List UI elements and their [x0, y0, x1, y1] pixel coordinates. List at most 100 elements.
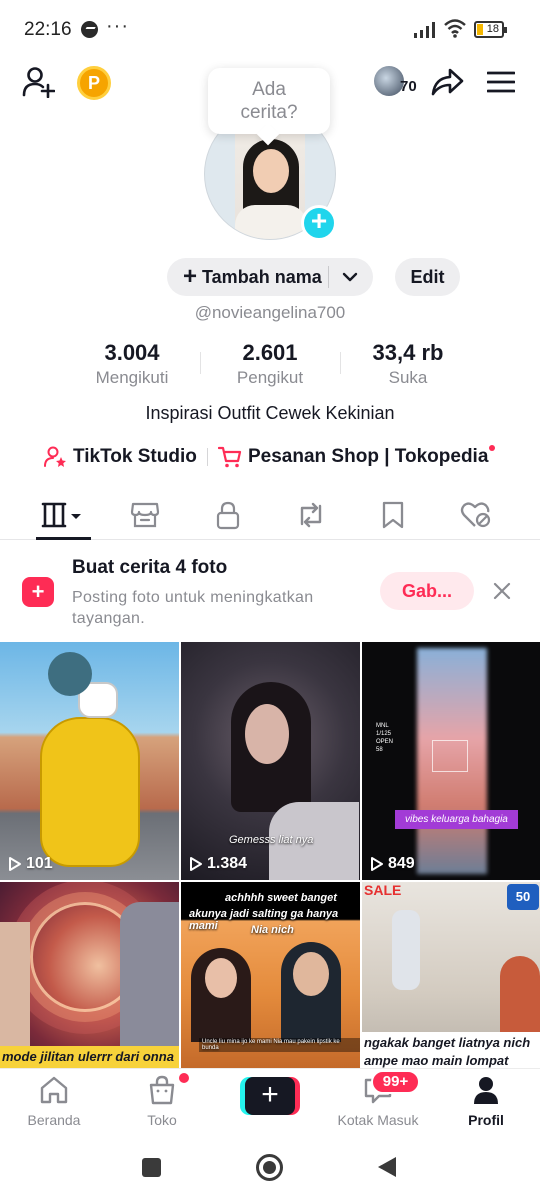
join-button[interactable]: Gab...	[380, 572, 474, 610]
add-story-icon: +	[22, 577, 54, 607]
create-button[interactable]: +	[240, 1077, 300, 1115]
play-icon	[190, 857, 202, 871]
chevron-down-icon[interactable]	[342, 269, 358, 285]
view-count: 101	[8, 855, 53, 873]
tab-reposts[interactable]	[276, 490, 346, 540]
shop-notification-dot	[179, 1073, 189, 1083]
story-prompt-subtitle: Posting foto untuk meningkatkan tayangan…	[72, 589, 314, 627]
video-caption-line2: ampe mao main lompat	[362, 1052, 540, 1068]
tab-videos[interactable]	[28, 490, 98, 540]
add-name-label: Tambah nama	[202, 266, 322, 287]
plus-icon: +	[183, 263, 198, 290]
divider	[328, 266, 329, 288]
overlay-line: OPEN	[376, 739, 394, 745]
video-caption: mode jilitan ulerrr dari onna	[0, 1046, 179, 1068]
nav-shop[interactable]: Toko	[112, 1075, 212, 1128]
tab-favorites[interactable]	[358, 490, 428, 540]
play-icon	[9, 857, 21, 871]
studio-user-star-icon	[44, 446, 66, 467]
lock-icon	[216, 501, 240, 530]
stat-followers-value: 2.601	[242, 340, 298, 365]
tiktok-studio-link[interactable]: TikTok Studio	[44, 444, 197, 470]
share-icon[interactable]	[428, 64, 466, 100]
more-notifications-icon: ···	[106, 15, 129, 37]
cart-icon	[218, 446, 242, 468]
shop-orders-link[interactable]: Pesanan Shop | Tokopedia	[218, 444, 488, 470]
camera-overlay: MNL 1/125 OPEN 58	[376, 722, 393, 754]
recent-apps-icon[interactable]	[142, 1158, 161, 1177]
video-thumbnail[interactable]: achhhh sweet banget akunya jadi salting …	[181, 882, 360, 1068]
messenger-icon	[81, 21, 98, 38]
stat-followers[interactable]: 2.601 Pengikut	[190, 340, 350, 388]
play-icon	[371, 857, 383, 871]
overlay-line: 1/125	[376, 731, 392, 737]
coin-label: P	[87, 72, 100, 93]
active-tab-indicator	[36, 537, 91, 540]
home-icon	[40, 1076, 68, 1104]
inbox-badge: 99+	[371, 1070, 420, 1094]
wifi-icon	[444, 19, 466, 38]
status-time: 22:16	[24, 19, 72, 40]
add-user-icon[interactable]	[18, 64, 58, 100]
repost-icon	[300, 502, 322, 528]
video-thumbnail[interactable]: Gemesss liat nya 1.384	[181, 642, 360, 880]
edit-profile-button[interactable]: Edit	[395, 258, 460, 296]
video-thumbnail[interactable]: 101	[0, 642, 179, 880]
story-bubble[interactable]: Ada cerita?	[208, 68, 330, 134]
sale-sign: SALE	[364, 882, 402, 898]
shop-icon	[130, 502, 160, 528]
videos-grid-icon	[41, 502, 81, 528]
tab-shop[interactable]	[110, 490, 180, 540]
video-thumbnail[interactable]: MNL 1/125 OPEN 58 vibes keluarga bahagia…	[362, 642, 540, 880]
shopping-bag-icon	[149, 1075, 175, 1105]
avatar-shirt	[235, 205, 307, 239]
stat-likes[interactable]: 33,4 rb Suka	[328, 340, 488, 388]
add-story-plus-icon[interactable]: +	[301, 205, 337, 241]
video-thumbnail[interactable]: SALE 50 ngakak banget liatnya nich ampe …	[362, 882, 540, 1068]
view-count-value: 1.384	[207, 855, 248, 872]
add-name-button[interactable]: + Tambah nama	[167, 258, 373, 296]
back-icon[interactable]	[376, 1155, 398, 1179]
signal-icon	[414, 22, 435, 38]
face-shape	[245, 704, 289, 764]
person-standing	[392, 910, 420, 990]
helmet-shape	[48, 652, 92, 696]
nav-profile[interactable]: Profil	[436, 1075, 536, 1128]
video-caption-sub: Nia nich	[251, 924, 294, 936]
story-bubble-line2: cerita?	[240, 102, 298, 123]
scooter-shape	[40, 717, 140, 867]
stat-following[interactable]: 3.004 Mengikuti	[52, 340, 212, 388]
nav-profile-label: Profil	[468, 1112, 504, 1128]
face-right	[293, 952, 329, 996]
stat-likes-value: 33,4 rb	[372, 340, 444, 365]
coin-icon[interactable]: P	[77, 66, 111, 100]
tab-liked[interactable]	[441, 490, 511, 540]
overlay-line: MNL	[376, 723, 389, 729]
friends-count: 70	[400, 78, 417, 95]
stat-likes-label: Suka	[388, 368, 428, 387]
nav-inbox-label: Kotak Masuk	[337, 1112, 419, 1128]
shop-orders-label: Pesanan Shop | Tokopedia	[248, 446, 489, 467]
notification-dot	[489, 445, 495, 451]
video-caption: vibes keluarga bahagia	[395, 810, 518, 829]
menu-icon[interactable]	[484, 66, 518, 98]
bookmark-icon	[382, 501, 404, 529]
nav-shop-label: Toko	[147, 1112, 177, 1128]
profile-tabs	[0, 490, 540, 540]
view-count: 849	[370, 855, 415, 873]
close-icon[interactable]	[490, 579, 514, 603]
profile-icon	[474, 1077, 498, 1104]
video-caption: Gemesss liat nya	[229, 834, 314, 846]
nav-home[interactable]: Beranda	[4, 1075, 104, 1128]
avatar-face	[253, 149, 289, 193]
overlay-line: 58	[376, 747, 383, 753]
username: @novieangelina700	[194, 303, 346, 322]
video-caption-line1: ngakak banget liatnya nich	[362, 1032, 540, 1054]
battery-icon: 18	[474, 21, 507, 38]
focus-frame	[432, 740, 468, 772]
tab-private[interactable]	[193, 490, 263, 540]
home-button-icon[interactable]	[256, 1154, 283, 1181]
person-right	[500, 956, 540, 1036]
video-thumbnail[interactable]: mode jilitan ulerrr dari onna	[0, 882, 179, 1068]
view-count-value: 849	[388, 855, 415, 872]
